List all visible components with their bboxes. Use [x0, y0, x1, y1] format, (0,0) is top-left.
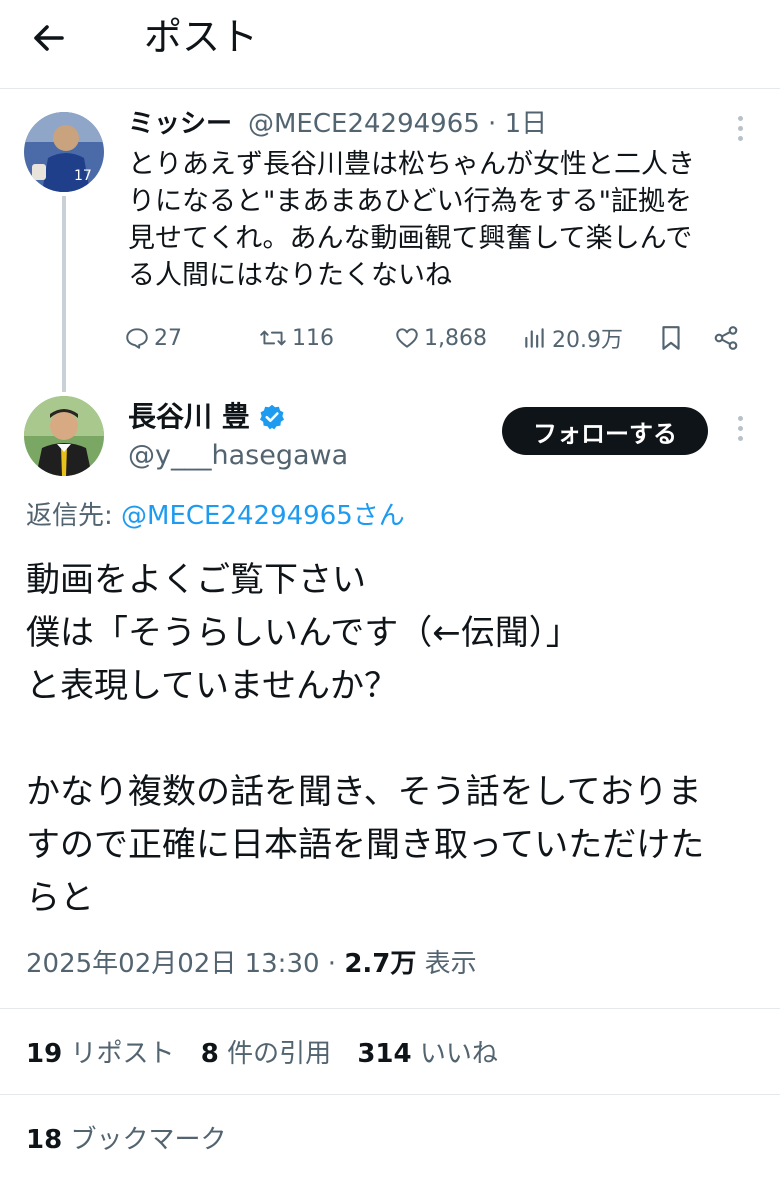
reply-mention-link[interactable]: @MECE24294965さん	[121, 501, 405, 531]
view-count: 20.9万	[552, 328, 623, 353]
heart-icon	[396, 328, 418, 348]
verified-badge-icon	[259, 404, 284, 430]
parent-tweet-actions: 27 116 1,868 20.9万	[124, 316, 764, 360]
reposts-stat[interactable]: 19 リポスト	[26, 1039, 174, 1069]
like-count: 1,868	[424, 325, 487, 351]
tweet-timestamp[interactable]: 2025年02月02日 13:30 ·	[26, 949, 344, 979]
parent-tweet-text: とりあえず長谷川豊は松ちゃんが女性と二人き りになると"まあまあひどい行為をする…	[128, 149, 695, 291]
engagement-stats: 19 リポスト 8 件の引用 314 いいね	[26, 1034, 516, 1074]
views-icon	[525, 328, 544, 348]
parent-tweet-avatar[interactable]: 17	[24, 112, 104, 192]
reply-prefix: 返信先:	[26, 501, 122, 531]
stats-divider-middle	[0, 1094, 780, 1095]
reply-count: 27	[154, 325, 182, 351]
bookmarks-stat[interactable]: 18 ブックマーク	[26, 1120, 226, 1160]
bookmark-icon	[662, 326, 680, 350]
follow-button[interactable]: フォローする	[502, 407, 708, 455]
parent-author-handle-time: @MECE24294965 · 1日	[248, 109, 548, 139]
views-button[interactable]: 20.9万	[522, 316, 623, 360]
reply-icon	[126, 328, 148, 349]
header-divider	[0, 88, 780, 89]
more-options-icon[interactable]	[736, 116, 744, 146]
repost-button[interactable]: 116	[258, 316, 334, 360]
share-button[interactable]	[712, 316, 744, 360]
tweet-view-label: 表示	[416, 949, 477, 979]
bookmark-button[interactable]	[658, 316, 688, 360]
reply-context: 返信先: @MECE24294965さん	[26, 498, 405, 534]
quotes-stat[interactable]: 8 件の引用	[201, 1039, 331, 1069]
stats-divider-top	[0, 1008, 780, 1009]
more-options-icon[interactable]	[736, 416, 744, 446]
main-author-name[interactable]: 長谷川 豊	[128, 398, 250, 436]
arrow-left-icon	[34, 25, 64, 51]
repost-count: 116	[292, 325, 334, 351]
thread-connector	[62, 196, 66, 392]
tweet-meta: 2025年02月02日 13:30 · 2.7万 表示	[26, 944, 477, 984]
like-button[interactable]: 1,868	[394, 316, 487, 360]
main-tweet-text: 動画をよくご覧下さい 僕は「そうらしいんです（←伝聞）」 と表現していませんか？…	[26, 560, 705, 918]
svg-text:17: 17	[74, 168, 92, 184]
parent-author-name[interactable]: ミッシー	[128, 106, 232, 142]
page-title: ポスト	[144, 15, 259, 59]
main-tweet-avatar[interactable]	[24, 396, 104, 476]
back-button[interactable]	[28, 18, 84, 58]
reply-button[interactable]: 27	[124, 316, 182, 360]
main-author-handle[interactable]: @y___hasegawa	[128, 438, 348, 474]
main-author-name-row[interactable]: 長谷川 豊	[128, 398, 286, 436]
likes-stat[interactable]: 314 いいね	[357, 1039, 498, 1069]
tweet-view-count: 2.7万	[344, 949, 417, 979]
share-icon	[714, 326, 738, 350]
top-bar: ポスト	[0, 0, 780, 84]
repost-icon	[260, 330, 286, 346]
